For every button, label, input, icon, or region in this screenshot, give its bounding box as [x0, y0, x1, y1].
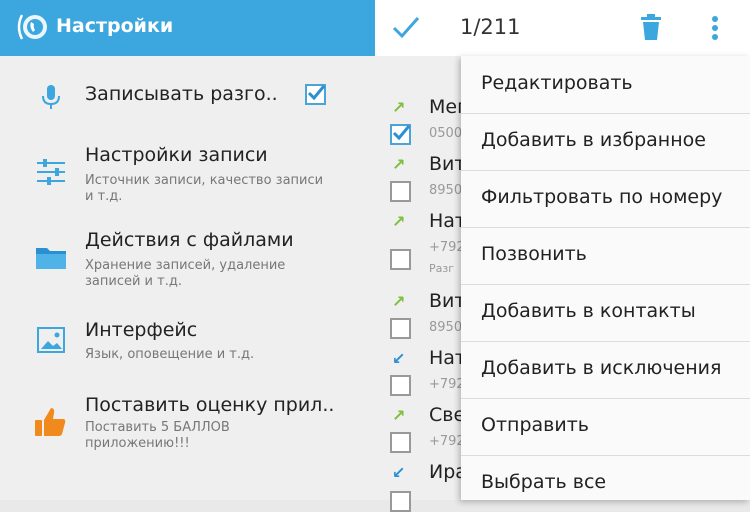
menu-item-label: Выбрать все	[481, 471, 607, 493]
checkmark-icon	[307, 85, 326, 101]
record-checkbox[interactable]	[390, 491, 411, 512]
overflow-menu: Редактировать Добавить в избранное Фильт…	[461, 56, 750, 500]
outgoing-call-icon: ↗	[392, 292, 406, 311]
menu-item-edit[interactable]: Редактировать	[461, 56, 750, 114]
menu-item-filter-number[interactable]: Фильтровать по номеру	[461, 170, 750, 228]
setting-subtitle: Поставить 5 БАЛЛОВ приложению!!!	[85, 420, 230, 451]
record-checkbox[interactable]	[390, 375, 411, 396]
setting-title: Записывать разго..	[85, 83, 278, 105]
record-calls-checkbox[interactable]	[305, 84, 326, 105]
menu-item-add-favorites[interactable]: Добавить в избранное	[461, 113, 750, 171]
record-name: Све	[429, 404, 466, 426]
menu-item-call[interactable]: Позвонить	[461, 227, 750, 285]
setting-title: Действия с файлами	[85, 229, 294, 251]
menu-item-label: Добавить в исключения	[481, 357, 722, 379]
setting-record-settings[interactable]: Настройки записи Источник записи, качест…	[0, 140, 375, 215]
record-row[interactable]: ↗ Вит 8950	[375, 290, 466, 350]
setting-subtitle: Хранение записей, удаление записей и т.д…	[85, 258, 286, 289]
record-phone: +792	[429, 377, 465, 392]
record-checkbox[interactable]	[390, 318, 411, 339]
record-phone: 0500	[429, 126, 463, 141]
setting-subtitle: Язык, оповещение и т.д.	[85, 347, 255, 362]
trash-icon[interactable]	[640, 13, 662, 41]
outgoing-call-icon: ↗	[392, 98, 406, 117]
setting-title: Настройки записи	[85, 144, 268, 166]
setting-record-calls[interactable]: Записывать разго..	[0, 75, 375, 135]
overflow-menu-icon[interactable]	[711, 15, 719, 41]
record-phone: +792	[429, 434, 465, 449]
page-title: Настройки	[56, 15, 174, 37]
record-row[interactable]: ↙ Ира	[375, 461, 467, 512]
record-name: Вит	[429, 153, 466, 175]
outgoing-call-icon: ↗	[392, 212, 406, 231]
record-note: Разг	[429, 262, 455, 275]
setting-interface[interactable]: Интерфейс Язык, оповещение и т.д.	[0, 315, 375, 375]
record-row[interactable]: ↙ Нат +792	[375, 347, 466, 407]
outgoing-call-icon: ↗	[392, 406, 406, 425]
checkmark-icon	[392, 125, 411, 141]
microphone-icon	[42, 85, 60, 109]
settings-action-bar: Настройки	[0, 0, 375, 56]
record-phone: +792	[429, 240, 465, 255]
record-checkbox[interactable]	[390, 249, 411, 270]
setting-subtitle: Источник записи, качество записи и т.д.	[85, 173, 324, 204]
setting-rate-app[interactable]: Поставить оценку прил.. Поставить 5 БАЛЛ…	[0, 390, 375, 465]
record-checkbox[interactable]	[390, 432, 411, 453]
record-checkbox[interactable]	[390, 124, 411, 145]
menu-item-label: Фильтровать по номеру	[481, 186, 723, 208]
menu-item-label: Позвонить	[481, 243, 587, 265]
record-phone: 8950	[429, 183, 463, 198]
menu-item-add-exclusions[interactable]: Добавить в исключения	[461, 341, 750, 399]
outgoing-call-icon: ↗	[392, 155, 406, 174]
selection-count: 1/211	[460, 15, 521, 39]
setting-title: Интерфейс	[85, 319, 198, 341]
app-logo-icon[interactable]	[14, 9, 50, 45]
setting-title: Поставить оценку прил..	[85, 394, 335, 416]
menu-item-send[interactable]: Отправить	[461, 398, 750, 456]
incoming-call-icon: ↙	[392, 463, 406, 482]
record-row[interactable]: ↗ Мег 0500	[375, 96, 467, 156]
settings-panel: Настройки Записывать разго.. Настройки з…	[0, 0, 375, 500]
record-phone: 8950	[429, 320, 463, 335]
menu-item-add-contacts[interactable]: Добавить в контакты	[461, 284, 750, 342]
done-check-icon[interactable]	[391, 14, 421, 42]
incoming-call-icon: ↙	[392, 349, 406, 368]
folder-icon	[36, 248, 66, 269]
record-row[interactable]: ↗ Вит 8950	[375, 153, 466, 213]
menu-item-label: Редактировать	[481, 72, 633, 94]
selection-action-bar: 1/211	[375, 0, 750, 56]
record-row[interactable]: ↗ Нат +792 Разг	[375, 210, 466, 290]
picture-icon	[37, 327, 65, 353]
record-row[interactable]: ↗ Све +792	[375, 404, 466, 464]
menu-item-label: Отправить	[481, 414, 589, 436]
setting-file-actions[interactable]: Действия с файлами Хранение записей, уда…	[0, 225, 375, 300]
record-checkbox[interactable]	[390, 181, 411, 202]
sliders-icon	[37, 159, 65, 185]
menu-item-label: Добавить в избранное	[481, 129, 706, 151]
menu-item-label: Добавить в контакты	[481, 300, 696, 322]
thumbs-up-icon	[35, 408, 66, 436]
record-name: Вит	[429, 290, 466, 312]
menu-item-select-all[interactable]: Выбрать все	[461, 455, 750, 512]
